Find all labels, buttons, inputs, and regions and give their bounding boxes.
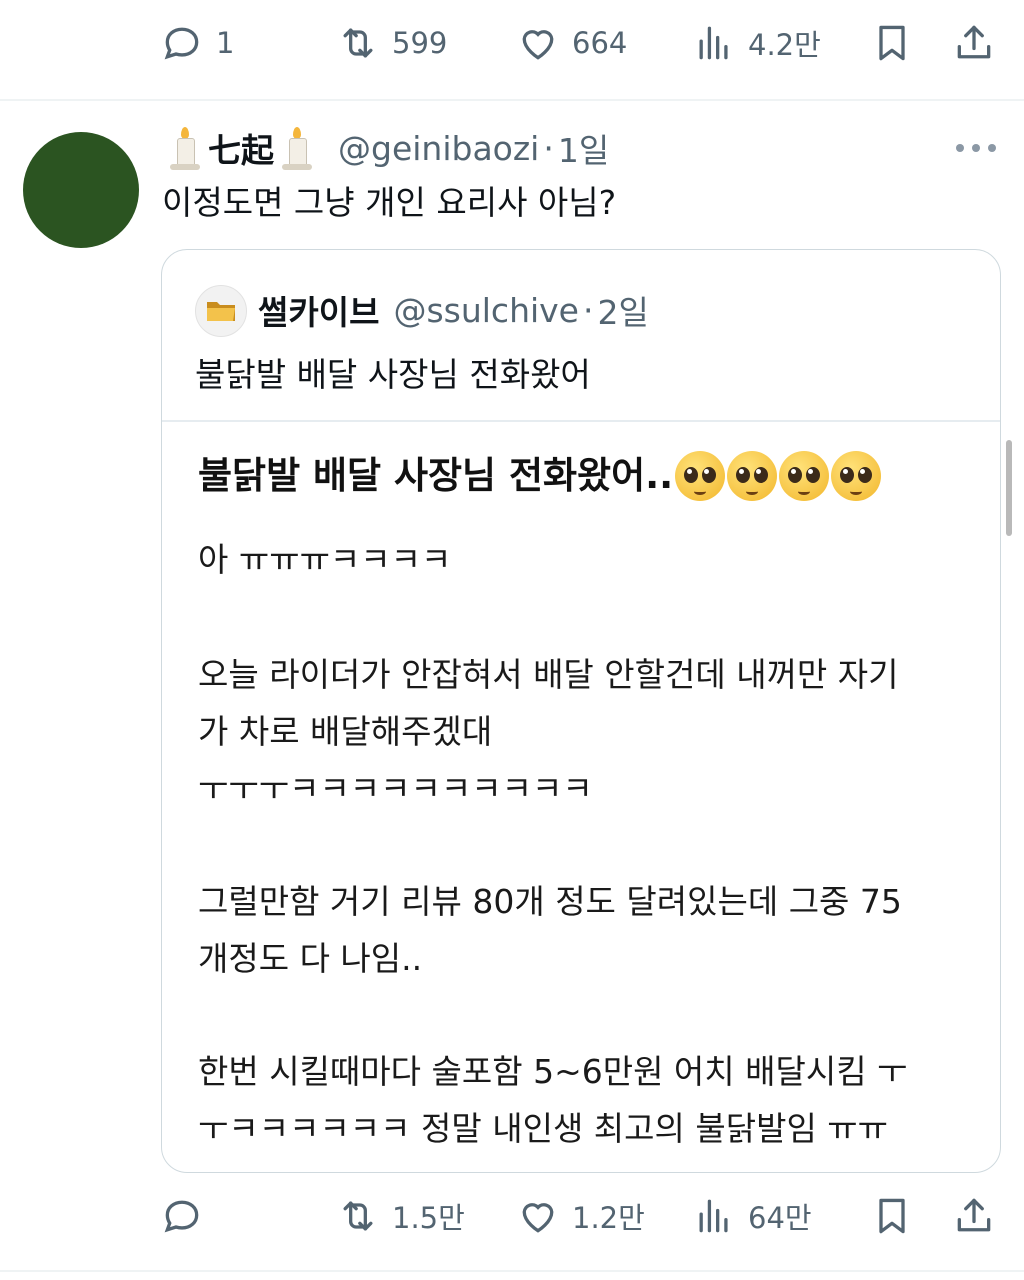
reply-icon (164, 27, 199, 60)
display-name[interactable]: 七起 (208, 124, 274, 172)
share-icon (957, 25, 991, 59)
tweet-header: 七起 @geinibaozi · 1일 (162, 120, 609, 176)
bookmark-icon (879, 1198, 905, 1234)
image-line: 오늘 라이더가 안잡혀서 배달 안할건데 내꺼만 자기 (198, 655, 899, 694)
like-button[interactable]: 1.2만 (516, 1186, 645, 1246)
separator-dot: · (543, 128, 554, 168)
share-icon (957, 1198, 991, 1232)
share-button[interactable] (952, 1186, 996, 1246)
candle-icon (280, 126, 314, 170)
folder-icon (207, 302, 235, 321)
views-count: 4.2만 (748, 28, 821, 62)
views-button[interactable]: 64만 (692, 1186, 812, 1246)
user-handle[interactable]: @geinibaozi (338, 129, 539, 168)
like-count: 1.2만 (572, 1201, 645, 1235)
quote-text: 불닭발 배달 사장님 전화왔어 (195, 355, 591, 394)
image-line: 한번 시킬때마다 술포함 5~6만원 어치 배달시킴 ㅜ (198, 1052, 908, 1091)
quote-timestamp: 2일 (597, 293, 649, 332)
retweet-icon (343, 1201, 373, 1231)
image-line: 아 ㅠㅠㅠㅋㅋㅋㅋ (198, 540, 452, 579)
pleading-face-emoji (675, 451, 726, 501)
top-action-bar: 1 599 664 4.2만 (0, 13, 1024, 73)
views-icon (699, 26, 728, 60)
bookmark-icon (879, 25, 905, 61)
like-count: 664 (572, 26, 628, 60)
tweet-text: 이정도면 그냥 개인 요리사 아님? (162, 183, 617, 222)
reply-button[interactable] (160, 1186, 204, 1246)
retweet-button[interactable]: 599 (336, 13, 447, 73)
bookmark-button[interactable] (870, 1186, 914, 1246)
quote-display-name: 썰카이브 (258, 293, 380, 332)
share-button[interactable] (952, 13, 996, 73)
image-title-text: 불닭발 배달 사장님 전화왔어.. (198, 454, 674, 497)
quote-image[interactable]: 불닭발 배달 사장님 전화왔어.. 아 ㅠㅠㅠㅋㅋㅋㅋ 오늘 라이더가 안잡혀서… (162, 422, 1000, 1172)
quote-avatar (195, 285, 247, 337)
quote-separator-dot: · (582, 290, 594, 330)
quote-handle: @ssulchive (393, 290, 579, 330)
heart-icon (522, 1203, 554, 1233)
image-line: ㅜㅜㅜㅋㅋㅋㅋㅋㅋㅋㅋㅋㅋ (198, 769, 593, 808)
retweet-count: 599 (392, 26, 448, 60)
retweet-count: 1.5만 (392, 1201, 465, 1235)
quoted-tweet[interactable]: 썰카이브 @ssulchive · 2일 불닭발 배달 사장님 전화왔어 불닭발… (161, 249, 1001, 1173)
avatar[interactable] (23, 132, 139, 248)
scrollbar[interactable] (1006, 440, 1012, 536)
candle-icon (168, 126, 202, 170)
more-icon[interactable] (956, 136, 996, 160)
reply-count: 1 (216, 26, 235, 60)
image-line: ㅜㅋㅋㅋㅋㅋㅋ 정말 내인생 최고의 불닭발임 ㅠㅠ (198, 1109, 889, 1148)
quote-header: 썰카이브 @ssulchive · 2일 (258, 282, 649, 338)
reply-button[interactable]: 1 (160, 13, 234, 73)
timestamp[interactable]: 1일 (558, 124, 609, 172)
pleading-face-emoji (727, 451, 778, 501)
views-count: 64만 (748, 1201, 812, 1235)
like-button[interactable]: 664 (516, 13, 627, 73)
heart-icon (522, 30, 554, 60)
image-line: 가 차로 배달해주겠대 (198, 712, 493, 751)
bottom-action-bar: 1.5만 1.2만 64만 (0, 1186, 1024, 1246)
views-button[interactable]: 4.2만 (692, 13, 821, 73)
image-line: 개정도 다 나임.. (198, 939, 423, 978)
image-line: 그럴만함 거기 리뷰 80개 정도 달려있는데 그중 75 (198, 882, 902, 921)
pleading-face-emoji (831, 451, 882, 501)
pleading-face-emoji (779, 451, 830, 501)
retweet-button[interactable]: 1.5만 (336, 1186, 465, 1246)
retweet-icon (343, 28, 373, 58)
views-icon (699, 1199, 728, 1233)
tweet-divider (0, 99, 1024, 101)
bottom-divider (0, 1270, 1024, 1272)
reply-icon (164, 1200, 199, 1233)
image-title: 불닭발 배달 사장님 전화왔어.. (198, 448, 882, 504)
bookmark-button[interactable] (870, 13, 914, 73)
